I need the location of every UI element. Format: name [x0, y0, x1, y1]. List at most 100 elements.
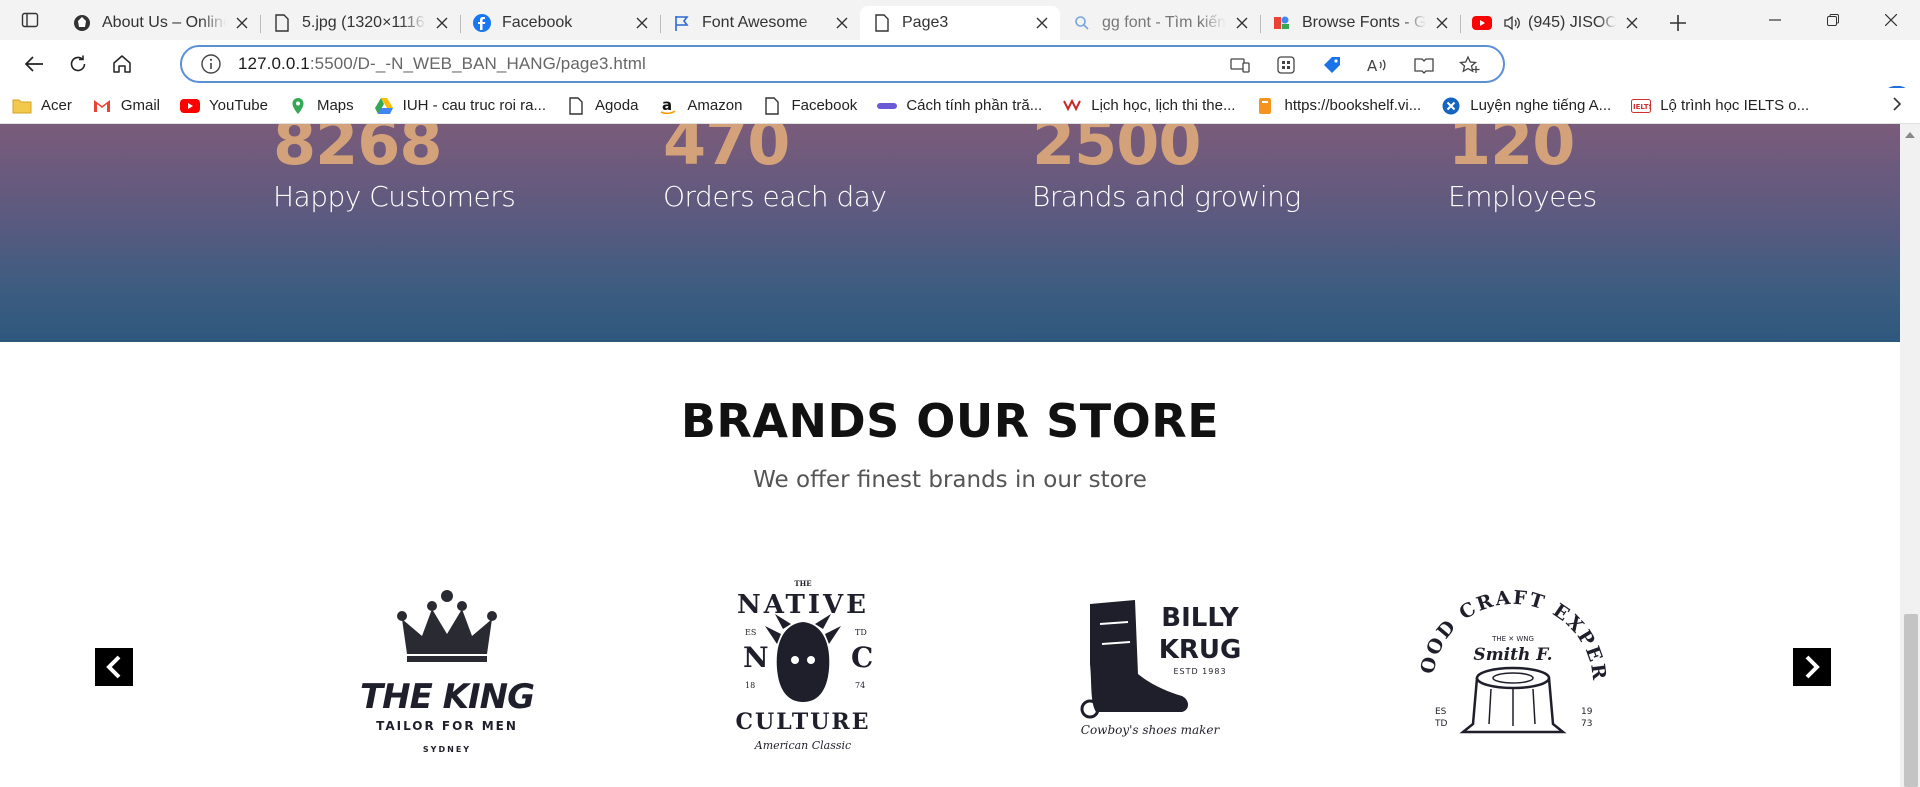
ielts-icon: IELTS: [1631, 96, 1652, 116]
tab-actions-button[interactable]: [0, 0, 60, 40]
close-icon[interactable]: [232, 13, 252, 33]
restore-button[interactable]: [1804, 0, 1862, 40]
stat-number: 470: [663, 124, 790, 179]
tab-title: Browse Fonts - Go: [1302, 14, 1426, 31]
close-icon[interactable]: [432, 13, 452, 33]
info-icon[interactable]: [200, 53, 222, 75]
svg-text:Smith F.: Smith F.: [1473, 645, 1552, 665]
page-scrollbar[interactable]: [1900, 124, 1920, 787]
svg-text:WOOD CRAFT EXPERT: WOOD CRAFT EXPERT: [1413, 574, 1610, 683]
crown-icon: THE KING TAILOR FOR MEN SYDNEY: [360, 590, 535, 754]
brand-logo-billy-krug[interactable]: BILLY KRUG ESTD 1983 Cowboy's shoes make…: [1050, 574, 1250, 764]
svg-text:18: 18: [745, 681, 755, 690]
tab[interactable]: (945) JISOO: [1460, 6, 1650, 40]
speaker-icon[interactable]: [1502, 13, 1522, 33]
sidebar-toggle-icon: [21, 12, 39, 28]
bookmark-item[interactable]: a Amazon: [658, 96, 742, 116]
address-actions: A: [1217, 52, 1493, 78]
bookmark-item[interactable]: IUH - cau truc roi ra...: [374, 96, 546, 116]
tab[interactable]: Font Awesome: [660, 6, 860, 40]
svg-text:73: 73: [1581, 719, 1592, 729]
svg-text:N: N: [743, 641, 769, 674]
address-field[interactable]: 127.0.0.1:5500/D-_-N_WEB_BAN_HANG/page3.…: [180, 45, 1505, 83]
scrollbar-thumb[interactable]: [1904, 614, 1918, 787]
close-window-button[interactable]: [1862, 0, 1920, 40]
bookmark-item[interactable]: Maps: [288, 96, 354, 116]
minimize-button[interactable]: [1746, 0, 1804, 40]
stat-number: 120: [1448, 124, 1575, 179]
tab-title: 5.jpg (1320×1116): [302, 14, 426, 31]
tab-title: Page3: [902, 14, 949, 31]
brand-tagline: TAILOR FOR MEN: [376, 719, 518, 733]
close-icon[interactable]: [632, 13, 652, 33]
bookmark-label: YouTube: [209, 97, 268, 114]
url-host: 127.0.0.1: [238, 54, 310, 73]
scroll-up-icon[interactable]: [1905, 132, 1915, 138]
close-icon[interactable]: [1432, 13, 1452, 33]
carousel-prev-button[interactable]: [95, 648, 133, 686]
brand-logo-the-king[interactable]: THE KING TAILOR FOR MEN SYDNEY: [347, 574, 547, 764]
refresh-button[interactable]: [56, 44, 100, 84]
immersive-reader-icon[interactable]: [1401, 52, 1447, 78]
tab[interactable]: Browse Fonts - Go: [1260, 6, 1460, 40]
bookmark-item[interactable]: Lịch học, lịch thi the...: [1062, 96, 1235, 116]
bookmark-item[interactable]: Facebook: [762, 96, 857, 116]
close-icon[interactable]: [1032, 13, 1052, 33]
home-button[interactable]: [100, 44, 144, 84]
bookmark-label: Gmail: [120, 97, 161, 114]
page-icon: [566, 96, 586, 116]
new-tab-button[interactable]: [1658, 6, 1698, 40]
bookmark-item[interactable]: Acer: [12, 96, 72, 116]
svg-text:THE: THE: [794, 579, 811, 588]
brands-heading: BRANDS OUR STORE: [680, 394, 1220, 448]
bookmark-label: Maps: [316, 97, 354, 114]
stat-label: Orders each day: [663, 180, 887, 213]
chevron-right-icon: [1893, 97, 1902, 111]
tab[interactable]: 5.jpg (1320×1116): [260, 6, 460, 40]
stat-label: Employees: [1448, 180, 1597, 213]
bookmark-label: Agoda: [595, 97, 639, 114]
svg-text:TD: TD: [855, 628, 867, 637]
bookmark-item[interactable]: Agoda: [566, 96, 638, 116]
tree-stump-icon: [1459, 666, 1567, 734]
bookmark-label: Facebook: [791, 97, 858, 114]
back-button[interactable]: [12, 44, 56, 84]
close-icon[interactable]: [1622, 13, 1642, 33]
bookmark-label: https://bookshelf.vi...: [1284, 97, 1422, 114]
bookmark-item[interactable]: YouTube: [180, 96, 268, 116]
svg-text:KRUG: KRUG: [1159, 635, 1242, 665]
bookmarks-bar: Acer Gmail YouTube Maps IUH - cau truc r…: [0, 88, 1920, 124]
bookmark-item[interactable]: Luyện nghe tiếng A...: [1441, 96, 1611, 116]
tab[interactable]: gg font - Tìm kiếm: [1060, 6, 1260, 40]
tab[interactable]: Facebook: [460, 6, 660, 40]
brand-place: SYDNEY: [423, 745, 471, 754]
bookmarks-overflow-button[interactable]: [1892, 96, 1902, 117]
brand-logo-wood-craft-expert[interactable]: WOOD CRAFT EXPERT THE ✕ WNG Smith F. ES …: [1400, 557, 1613, 764]
carousel-next-button[interactable]: [1793, 648, 1831, 686]
bookmark-item[interactable]: https://bookshelf.vi...: [1255, 96, 1421, 116]
gmail-icon: [92, 96, 112, 116]
bookmark-item[interactable]: Cách tính phần tră...: [877, 96, 1042, 116]
tab-title: (945) JISOO: [1528, 14, 1616, 31]
read-aloud-icon[interactable]: A: [1355, 52, 1401, 78]
close-icon[interactable]: [1232, 13, 1252, 33]
chevron-right-icon: [1805, 655, 1820, 679]
close-icon[interactable]: [832, 13, 852, 33]
svg-text:BILLY: BILLY: [1161, 603, 1240, 633]
stat-happy-customers: 8268 Happy Customers: [273, 124, 516, 213]
address-bar-row: 127.0.0.1:5500/D-_-N_WEB_BAN_HANG/page3.…: [0, 40, 1920, 122]
svg-text:74: 74: [855, 681, 865, 690]
stat-number: 8268: [273, 124, 443, 179]
bookmark-item[interactable]: IELTS Lộ trình học IELTS o...: [1631, 96, 1809, 116]
search-icon: [1072, 13, 1092, 33]
shopping-tag-icon[interactable]: [1309, 52, 1355, 78]
favorite-add-icon[interactable]: [1447, 52, 1493, 78]
tab[interactable]: About Us – Online: [60, 6, 260, 40]
bookmark-item[interactable]: Gmail: [92, 96, 160, 116]
app-available-icon[interactable]: [1217, 52, 1263, 78]
bookmark-label: Amazon: [687, 97, 743, 114]
tab-active[interactable]: Page3: [860, 6, 1060, 40]
brand-logo-native-culture[interactable]: THE NATIVE ES TD N C 18 74 CULTURE Ameri…: [703, 574, 903, 764]
app-grid-icon[interactable]: [1263, 52, 1309, 78]
bookshelf-icon: [1255, 96, 1275, 116]
